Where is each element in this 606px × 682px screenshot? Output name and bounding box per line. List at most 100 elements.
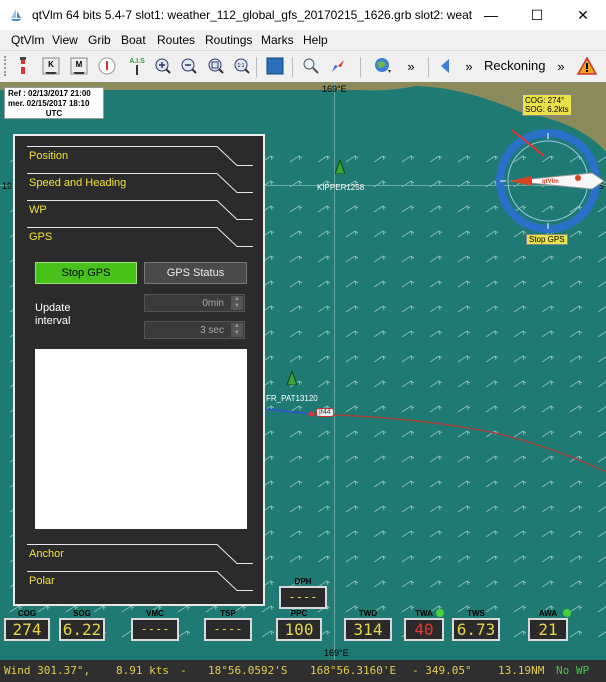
lighthouse-icon[interactable] xyxy=(12,55,34,77)
toolbar-overflow-button-3[interactable]: » xyxy=(550,55,572,77)
zoom-out-icon[interactable] xyxy=(178,55,200,77)
window-title: qtVlm 64 bits 5.4-7 slot1: weather_112_g… xyxy=(32,8,472,22)
status-no-waypoint: No WP xyxy=(556,664,590,677)
instrument-vmc-label: VMC xyxy=(146,609,164,618)
instrument-ppc-label: PPC xyxy=(290,609,308,618)
section-divider xyxy=(27,200,253,220)
instrument-awa-value: 21 xyxy=(528,618,568,641)
reckoning-button[interactable]: Reckoning xyxy=(484,56,545,76)
app-icon xyxy=(11,9,21,21)
back-arrow-icon[interactable] xyxy=(434,55,456,77)
boat-marker[interactable]: |f44 xyxy=(316,408,334,417)
section-gps[interactable]: GPS xyxy=(27,227,253,249)
status-latitude: 18°56.0592'S xyxy=(208,664,288,677)
instrument-sog[interactable]: SOG 6.22 xyxy=(59,609,105,641)
maximize-button[interactable]: ☐ xyxy=(514,0,560,30)
menu-boat[interactable]: Boat xyxy=(121,33,146,47)
status-wind-speed: 8.91 kts xyxy=(116,664,169,677)
instrument-twd-label: TWD xyxy=(358,609,378,618)
instrument-ppc-value: 100 xyxy=(276,618,322,641)
gps-log-area[interactable] xyxy=(35,349,247,529)
menu-routings[interactable]: Routings xyxy=(205,33,252,47)
toolbar-separator xyxy=(256,57,257,77)
section-anchor[interactable]: Anchor xyxy=(27,544,253,566)
map-square-icon[interactable] xyxy=(264,55,286,77)
instrument-dph-value: ---- xyxy=(279,586,327,609)
instrument-twd-value: 314 xyxy=(344,618,392,641)
close-button[interactable]: ✕ xyxy=(560,0,606,30)
section-divider xyxy=(27,146,253,166)
instrument-cog[interactable]: COG 274 xyxy=(4,609,50,641)
svg-text:K: K xyxy=(48,60,54,69)
status-bar: Wind 301.37°, 8.91 kts - 18°56.0592'S 16… xyxy=(0,660,606,682)
zoom-in-icon[interactable] xyxy=(152,55,174,77)
gps-status-button[interactable]: GPS Status xyxy=(144,262,247,284)
instrument-tsp-label: TSP xyxy=(220,609,236,618)
section-speed-heading[interactable]: Speed and Heading xyxy=(27,173,253,195)
boat-info-panel: Position Speed and Heading WP GPS Stop G… xyxy=(13,134,265,606)
zoom-reset-icon[interactable]: 1:1 xyxy=(231,55,253,77)
globe-icon[interactable] xyxy=(372,55,394,77)
update-label-line2: interval xyxy=(35,315,71,327)
map-stop-gps-label[interactable]: Stop GPS xyxy=(526,234,568,245)
instrument-sog-value: 6.22 xyxy=(59,618,105,641)
zoom-fit-icon[interactable] xyxy=(205,55,227,77)
instrument-ppc[interactable]: PPC 100 xyxy=(276,609,322,641)
minimize-button[interactable]: — xyxy=(468,0,514,30)
menu-grib[interactable]: Grib xyxy=(88,33,111,47)
menu-help[interactable]: Help xyxy=(303,33,328,47)
svg-text:1:1: 1:1 xyxy=(238,63,245,69)
instrument-cog-value: 274 xyxy=(4,618,50,641)
menu-bar: QtVlm View Grib Boat Routes Routings Mar… xyxy=(0,30,606,51)
info-icon[interactable] xyxy=(96,55,118,77)
toolbar-grip xyxy=(4,56,9,76)
section-divider xyxy=(27,227,253,247)
twa-indicator-light xyxy=(436,609,444,617)
warning-icon[interactable] xyxy=(576,55,598,77)
update-seconds-spinbox[interactable]: 3 sec ▲ ▼ xyxy=(144,321,245,339)
status-distance: 13.19NM xyxy=(498,664,545,677)
section-position[interactable]: Position xyxy=(27,146,253,168)
menu-routes[interactable]: Routes xyxy=(157,33,195,47)
instrument-awa-label: AWA xyxy=(538,609,558,618)
instrument-vmc[interactable]: VMC ---- xyxy=(131,609,179,641)
compass-boat-name: qtVlm xyxy=(542,179,559,185)
section-divider xyxy=(27,173,253,193)
menu-view[interactable]: View xyxy=(52,33,78,47)
compass-needle-icon[interactable] xyxy=(327,55,349,77)
menu-qtvlm[interactable]: QtVlm xyxy=(11,33,44,47)
map-view[interactable]: 169°E 169°E 19 S Ref : 02/13/2017 21:00 … xyxy=(0,82,606,660)
awa-indicator-light xyxy=(563,609,571,617)
update-minutes-value: 0min xyxy=(202,298,224,309)
instrument-cog-label: COG xyxy=(17,609,37,618)
instrument-twd[interactable]: TWD 314 xyxy=(344,609,392,641)
title-bar: qtVlm 64 bits 5.4-7 slot1: weather_112_g… xyxy=(0,0,606,30)
toolbar-overflow-button-2[interactable]: » xyxy=(458,55,480,77)
instrument-vmc-value: ---- xyxy=(131,618,179,641)
instrument-twa-value: 40 xyxy=(404,618,444,641)
instrument-awa[interactable]: AWA 21 xyxy=(528,609,568,641)
spin-arrows-icon[interactable]: ▲ ▼ xyxy=(231,323,243,337)
compass-rose[interactable]: qtVlm xyxy=(492,126,604,236)
ais-icon[interactable]: A.I.S xyxy=(124,55,150,77)
status-wind-direction: Wind 301.37°, xyxy=(4,664,91,677)
instrument-dph[interactable]: DPH ---- xyxy=(279,577,327,609)
section-wp[interactable]: WP xyxy=(27,200,253,222)
instrument-tws-label: TWS xyxy=(467,609,485,618)
search-icon[interactable] xyxy=(300,55,322,77)
toolbar-overflow-button[interactable]: » xyxy=(400,55,422,77)
section-polar[interactable]: Polar xyxy=(27,571,253,593)
ais-label: A.I.S xyxy=(129,58,145,65)
instrument-tws[interactable]: TWS 6.73 xyxy=(452,609,500,641)
k-boat-icon[interactable]: K xyxy=(40,55,62,77)
stop-gps-button[interactable]: Stop GPS xyxy=(35,262,137,284)
toolbar-separator xyxy=(292,57,293,77)
m-boat-icon[interactable]: M xyxy=(68,55,90,77)
instrument-sog-label: SOG xyxy=(73,609,91,618)
instrument-tsp[interactable]: TSP ---- xyxy=(204,609,252,641)
update-minutes-spinbox[interactable]: 0min ▲ ▼ xyxy=(144,294,245,312)
status-bearing: - 349.05° xyxy=(412,664,472,677)
update-interval-label: Update interval xyxy=(35,302,70,328)
spin-arrows-icon[interactable]: ▲ ▼ xyxy=(231,296,243,310)
menu-marks[interactable]: Marks xyxy=(261,33,294,47)
